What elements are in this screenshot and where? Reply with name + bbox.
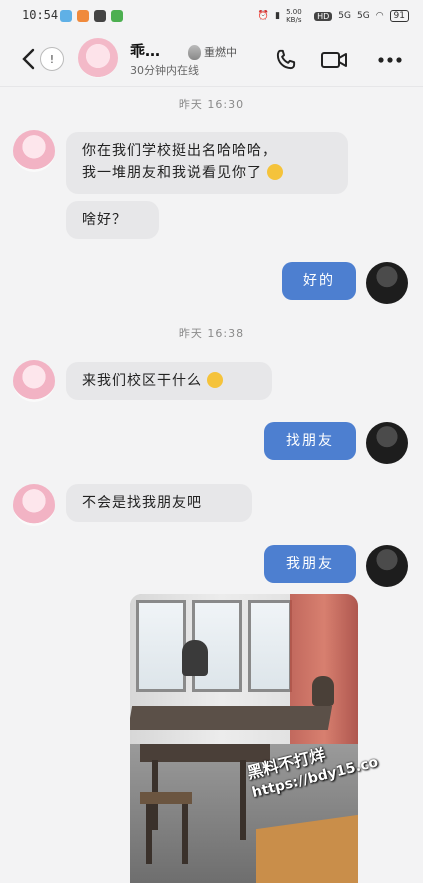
video-app-icon: [94, 10, 106, 22]
contact-avatar[interactable]: [78, 38, 118, 78]
phone-call-button[interactable]: [272, 46, 300, 74]
self-avatar[interactable]: [366, 262, 408, 304]
message-text: 找朋友: [286, 433, 334, 449]
video-camera-icon: [321, 52, 347, 68]
video-call-button[interactable]: [320, 46, 348, 74]
status-time: 10:54: [22, 8, 59, 22]
phone-icon: [276, 49, 296, 70]
message-text: 不会是找我朋友吧: [82, 495, 202, 511]
message-bubble-sent[interactable]: 我朋友: [264, 545, 356, 583]
network-speed: 5.00 KB/s: [286, 8, 302, 24]
signal-5g-1: 5G: [338, 11, 351, 21]
contact-message-avatar[interactable]: [13, 360, 55, 402]
self-avatar[interactable]: [366, 422, 408, 464]
flame-status: 重燃中: [188, 44, 237, 60]
more-options-button[interactable]: [376, 46, 404, 74]
message-text: 我朋友: [286, 556, 334, 572]
laughing-emoji-icon: [207, 372, 224, 388]
message-text: 啥好？: [82, 212, 127, 228]
orange-app-icon: [77, 10, 89, 22]
battery-indicator: 91: [389, 10, 409, 22]
self-avatar[interactable]: [366, 545, 408, 587]
status-bar: 10:54 ⏰ ▮ 5.00 KB/s HD 5G 5G ◠ 91: [0, 0, 423, 34]
timestamp: 昨天 16:30: [178, 98, 245, 111]
message-text: 来我们校区干什么: [82, 373, 202, 389]
contact-message-avatar[interactable]: [13, 484, 55, 526]
hd-badge: HD: [314, 11, 333, 21]
message-bubble-received[interactable]: 不会是找我朋友吧: [66, 484, 252, 522]
message-text: 我一堆朋友和我说看见你了: [82, 165, 262, 181]
contact-message-avatar[interactable]: [13, 130, 55, 172]
status-app-icons: [60, 10, 123, 22]
sent-photo-message[interactable]: [130, 594, 358, 883]
bird-app-icon: [60, 10, 72, 22]
back-arrow-icon[interactable]: [18, 46, 38, 72]
flame-label: 重燃中: [204, 46, 237, 59]
wifi-icon: ◠: [375, 11, 384, 21]
laughing-emoji-icon: [267, 164, 284, 180]
more-dots-icon: [378, 57, 402, 63]
timestamp: 昨天 16:38: [178, 327, 245, 340]
green-app-icon: [111, 10, 123, 22]
message-bubble-received[interactable]: 啥好？: [66, 201, 159, 239]
signal-5g-2: 5G: [356, 11, 370, 21]
online-status: 30分钟内在线: [130, 64, 199, 77]
message-bubble-sent[interactable]: 好的: [282, 262, 356, 300]
flame-icon: [188, 44, 201, 60]
message-text: 你在我们学校挺出名哈哈哈，: [82, 143, 277, 159]
vibrate-icon: ▮: [275, 11, 281, 21]
message-bubble-received[interactable]: 来我们校区干什么: [66, 362, 272, 400]
message-bubble-received[interactable]: 你在我们学校挺出名哈哈哈， 我一堆朋友和我说看见你了: [66, 132, 348, 194]
alarm-icon: ⏰: [257, 11, 270, 21]
message-bubble-sent[interactable]: 找朋友: [264, 422, 356, 460]
chat-header: ! 乖… 重燃中 30分钟内在线: [0, 34, 423, 87]
message-text: 好的: [303, 273, 335, 289]
status-right-icons: ⏰ ▮ 5.00 KB/s HD 5G 5G ◠ 91: [258, 8, 409, 24]
contact-name[interactable]: 乖…: [130, 40, 160, 61]
unread-count-badge[interactable]: !: [40, 47, 64, 71]
